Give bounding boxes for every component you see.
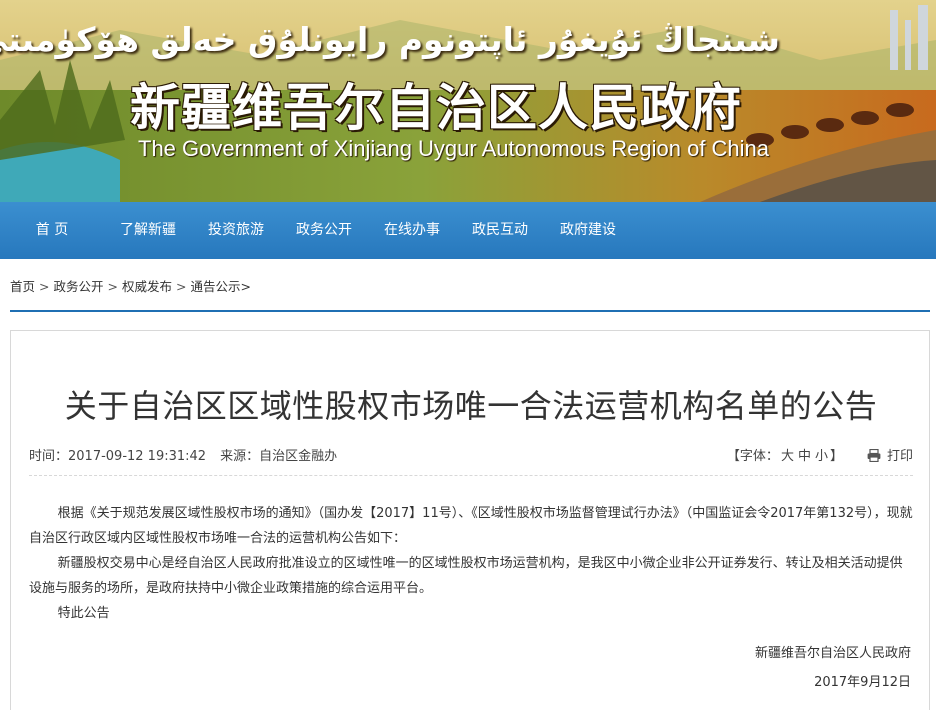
article-signature: 新疆维吾尔自治区人民政府 (754, 646, 911, 661)
article-title: 关于自治区区域性股权市场唯一合法运营机构名单的公告 (64, 387, 878, 425)
main-nav: 首 页 了解新疆 投资旅游 政务公开 在线办事 政民互动 政府建设 (0, 202, 936, 259)
print-button[interactable]: 打印 (867, 445, 913, 464)
site-banner: شىنجاڭ ئۇيغۇر ئاپتونوم رايونلۇق خەلق ھۆك… (0, 0, 936, 202)
article-source: 来源：自治区金融办 (220, 449, 338, 464)
font-size-selector: 【字体：大中小】 (727, 445, 843, 464)
banner-uyghur-title: شىنجاڭ ئۇيغۇر ئاپتونوم رايونلۇق خەلق ھۆك… (0, 20, 780, 59)
breadcrumb-separator: > (39, 279, 50, 294)
printer-icon (867, 448, 881, 463)
breadcrumb-home[interactable]: 首页 (10, 279, 35, 294)
meta-divider (29, 475, 913, 476)
article-body: 根据《关于规范发展区域性股权市场的通知》（国办发【2017】11号）、《区域性股… (29, 501, 913, 626)
banner-chinese-title: 新疆维吾尔自治区人民政府 (130, 79, 742, 137)
breadcrumb-notices[interactable]: 通告公示 (191, 279, 241, 294)
nav-item-investment-tourism[interactable]: 投资旅游 (192, 202, 280, 259)
article-container: 关于自治区区域性股权市场唯一合法运营机构名单的公告 时间：2017-09-12 … (10, 330, 930, 710)
nav-item-home[interactable]: 首 页 (0, 202, 104, 259)
article-paragraph: 新疆股权交易中心是经自治区人民政府批准设立的区域性唯一的区域性股权市场运营机构，… (29, 556, 903, 596)
font-size-close: 】 (829, 449, 843, 464)
breadcrumb-government-affairs[interactable]: 政务公开 (54, 279, 104, 294)
nav-item-government-affairs[interactable]: 政务公开 (280, 202, 368, 259)
breadcrumb-separator: > (176, 279, 187, 294)
print-label: 打印 (886, 449, 913, 464)
publish-time: 时间：2017-09-12 19:31:42 (29, 449, 207, 464)
breadcrumb-separator: > (240, 279, 251, 294)
breadcrumb-separator: > (107, 279, 118, 294)
font-size-small[interactable]: 小 (815, 449, 828, 464)
breadcrumb-authoritative-release[interactable]: 权威发布 (122, 279, 172, 294)
breadcrumb-divider (10, 310, 930, 312)
article-date: 2017年9月12日 (814, 675, 911, 690)
nav-item-online-services[interactable]: 在线办事 (368, 202, 456, 259)
article-paragraph: 特此公告 (57, 606, 110, 621)
font-size-large[interactable]: 大 (781, 449, 794, 464)
font-size-label: 【字体： (726, 449, 779, 464)
nav-item-public-interaction[interactable]: 政民互动 (456, 202, 544, 259)
font-size-medium[interactable]: 中 (798, 449, 811, 464)
nav-item-government-building[interactable]: 政府建设 (544, 202, 632, 259)
banner-english-title: The Government of Xinjiang Uygur Autonom… (138, 136, 770, 161)
article-signature-block: 新疆维吾尔自治区人民政府 2017年9月12日 (755, 639, 911, 697)
article-paragraph: 根据《关于规范发展区域性股权市场的通知》（国办发【2017】11号）、《区域性股… (29, 506, 913, 546)
article-meta: 时间：2017-09-12 19:31:42 来源：自治区金融办 【字体：大中小】… (29, 445, 913, 469)
breadcrumb: 首页 > 政务公开 > 权威发布 > 通告公示> (10, 276, 251, 298)
nav-item-about-xinjiang[interactable]: 了解新疆 (104, 202, 192, 259)
